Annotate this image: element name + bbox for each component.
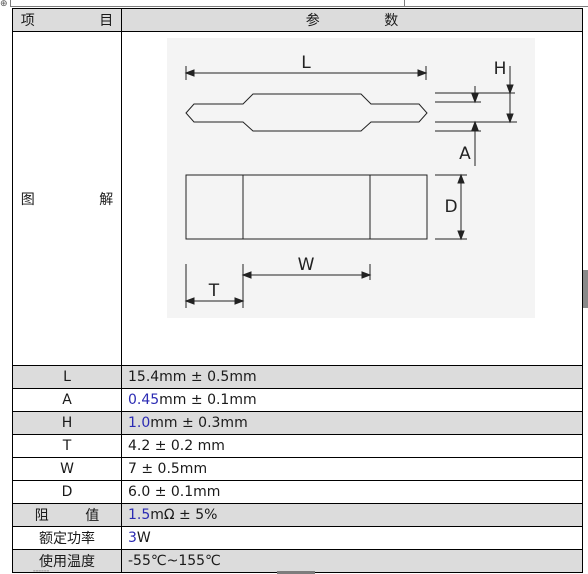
- param-value-text: 7 ± 0.5mm: [128, 461, 208, 477]
- dim-label-W: W: [298, 255, 315, 275]
- table-row: T 4.2 ± 0.2 mm: [13, 435, 582, 458]
- param-value: -55℃~155℃: [122, 550, 582, 572]
- dim-label-L: L: [301, 53, 311, 73]
- param-value: 1.0 mm ± 0.3mm: [122, 412, 582, 434]
- table-row: 额定功率 3 W: [13, 527, 582, 550]
- table-row: 阻 值 1.5 mΩ ± 5%: [13, 504, 582, 527]
- param-label: W: [13, 458, 122, 480]
- dimension-drawing: L H A D W T: [167, 38, 535, 318]
- spec-table: 项 目 参 数 图 解 L H A D W T L 15.4mm ± 0.5mm…: [12, 8, 583, 573]
- table-row: A 0.45 mm ± 0.1mm: [13, 389, 582, 412]
- param-label: D: [13, 481, 122, 503]
- param-value: 4.2 ± 0.2 mm: [122, 435, 582, 457]
- diagram-cell: L H A D W T: [122, 32, 582, 365]
- param-value: 7 ± 0.5mm: [122, 458, 582, 480]
- param-label: 额定功率: [13, 527, 122, 549]
- param-value-highlight: 1.0: [128, 415, 151, 431]
- table-row: W 7 ± 0.5mm: [13, 458, 582, 481]
- param-label: T: [13, 435, 122, 457]
- table-row: L 15.4mm ± 0.5mm: [13, 366, 582, 389]
- dim-label-T: T: [208, 281, 220, 301]
- param-value-text: W: [136, 530, 151, 546]
- param-value: 15.4mm ± 0.5mm: [122, 366, 582, 388]
- top-divider: [10, 6, 588, 7]
- table-row: 使用温度 -55℃~155℃: [13, 550, 582, 573]
- param-value-highlight: 3: [128, 530, 137, 546]
- resize-handle-right[interactable]: [583, 270, 588, 308]
- param-label: H: [13, 412, 122, 434]
- table-row: H 1.0 mm ± 0.3mm: [13, 412, 582, 435]
- param-value-text: mΩ ± 5%: [150, 507, 218, 523]
- dim-label-D: D: [444, 197, 457, 217]
- param-value: 6.0 ± 0.1mm: [122, 481, 582, 503]
- diagram-label: 图 解: [13, 32, 122, 365]
- diagram-row: 图 解 L H A D W T: [13, 32, 582, 366]
- header-param: 参 数: [305, 13, 429, 29]
- param-label: 使用温度: [13, 550, 122, 572]
- param-rows: L 15.4mm ± 0.5mm A 0.45 mm ± 0.1mm H 1.0 mm ± 0…: [13, 366, 582, 573]
- table-anchor-icon[interactable]: ⊕: [0, 0, 10, 9]
- param-value-highlight: 1.5: [128, 507, 151, 523]
- table-header-row: 项 目 参 数: [13, 9, 582, 32]
- param-value: 1.5 mΩ ± 5%: [122, 504, 582, 526]
- header-item: 项 目: [13, 9, 122, 31]
- column-marker: [10, 0, 11, 6]
- param-label: 阻 值: [13, 504, 122, 526]
- param-label: A: [13, 389, 122, 411]
- param-value-text: -55℃~155℃: [128, 553, 221, 569]
- dim-label-A: A: [459, 144, 471, 164]
- dimension-drawing-svg: L H A D W T: [184, 53, 517, 308]
- param-value-highlight: 0.45: [128, 392, 160, 408]
- param-value-text: 6.0 ± 0.1mm: [128, 484, 221, 500]
- column-marker: [404, 0, 405, 6]
- table-row: D 6.0 ± 0.1mm: [13, 481, 582, 504]
- param-label: L: [13, 366, 122, 388]
- param-value-text: mm ± 0.1mm: [159, 392, 257, 408]
- param-value-text: 4.2 ± 0.2 mm: [128, 438, 225, 454]
- param-value: 0.45 mm ± 0.1mm: [122, 389, 582, 411]
- param-value-text: mm ± 0.3mm: [150, 415, 248, 431]
- param-value: 3W: [122, 527, 582, 549]
- truncated-text: ╌╌╌: [33, 570, 49, 574]
- dim-label-H: H: [494, 59, 507, 79]
- param-value-text: 15.4mm ± 0.5mm: [128, 369, 257, 385]
